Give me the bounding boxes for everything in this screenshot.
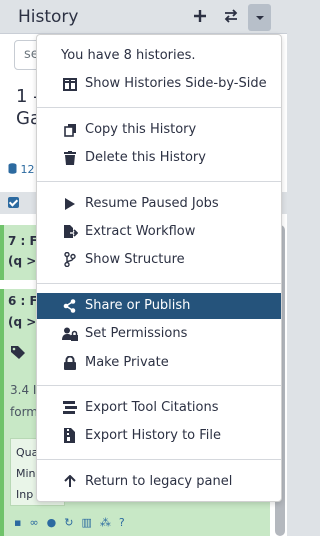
item-title[interactable]: 6 : F — [8, 294, 38, 308]
help-icon[interactable]: ? — [119, 516, 133, 529]
link-icon[interactable]: ∞ — [29, 516, 46, 529]
sitemap-icon[interactable]: ⁂ — [100, 516, 119, 529]
history-options-menu: You have 8 histories. Show Histories Sid… — [36, 34, 282, 502]
item-action-icons: ▪∞●↻▥⁂? — [14, 516, 133, 529]
menu-divider — [37, 181, 281, 182]
item-info-line: 3.4 I — [10, 383, 37, 397]
lock-icon — [62, 355, 78, 371]
history-options-dropdown-button[interactable] — [248, 4, 271, 31]
menu-item-export-tool-citations[interactable]: Export Tool Citations — [37, 395, 281, 421]
file-export-icon — [62, 224, 78, 240]
user-lock-icon — [62, 326, 78, 342]
item-subtitle: (q > — [8, 315, 37, 329]
peek-line: Inp — [16, 488, 34, 501]
histories-count-text: You have 8 histories. — [61, 48, 196, 63]
menu-item-make-private[interactable]: Make Private — [37, 350, 281, 376]
menu-item-return-to-legacy-panel[interactable]: Return to legacy panel — [37, 469, 281, 495]
visualize-icon[interactable]: ▥ — [81, 516, 99, 529]
item-title[interactable]: 7 : F — [8, 234, 38, 248]
history-size[interactable]: 12 — [8, 163, 35, 176]
select-all-checkbox[interactable] — [8, 197, 19, 208]
menu-divider — [37, 385, 281, 386]
menu-item-delete-history[interactable]: Delete this History — [37, 145, 281, 171]
menu-divider — [37, 107, 281, 108]
columns-icon — [62, 76, 78, 92]
tags-icon[interactable] — [10, 345, 28, 359]
menu-item-show-side-by-side[interactable]: Show Histories Side-by-Side — [37, 71, 281, 97]
trash-icon — [62, 150, 78, 166]
rerun-icon[interactable]: ↻ — [64, 516, 81, 529]
menu-item-extract-workflow[interactable]: Extract Workflow — [37, 219, 281, 245]
database-icon — [8, 163, 17, 174]
menu-divider — [37, 459, 281, 460]
menu-divider — [37, 283, 281, 284]
switch-history-icon[interactable] — [220, 5, 242, 27]
info-icon[interactable]: ● — [47, 516, 65, 529]
share-icon — [62, 298, 78, 314]
item-info-line: form — [10, 405, 38, 419]
menu-item-share-or-publish[interactable]: Share or Publish — [37, 293, 281, 319]
code-branch-icon — [62, 252, 78, 268]
menu-item-copy-history[interactable]: Copy this History — [37, 117, 281, 143]
item-subtitle: (q > — [8, 254, 37, 268]
menu-item-export-history-to-file[interactable]: Export History to File — [37, 423, 281, 449]
peek-line: Min — [16, 467, 36, 480]
panel-title: History — [18, 7, 79, 27]
history-header: History — [0, 0, 287, 34]
copy-icon — [62, 122, 78, 138]
create-history-icon[interactable] — [189, 5, 211, 27]
save-icon[interactable]: ▪ — [14, 516, 29, 529]
stream-icon — [62, 400, 78, 416]
arrow-up-icon — [62, 474, 78, 490]
menu-item-resume-paused-jobs[interactable]: Resume Paused Jobs — [37, 191, 281, 217]
menu-item-show-structure[interactable]: Show Structure — [37, 247, 281, 273]
play-icon — [62, 196, 78, 212]
file-archive-icon — [62, 428, 78, 444]
menu-item-set-permissions[interactable]: Set Permissions — [37, 321, 281, 347]
